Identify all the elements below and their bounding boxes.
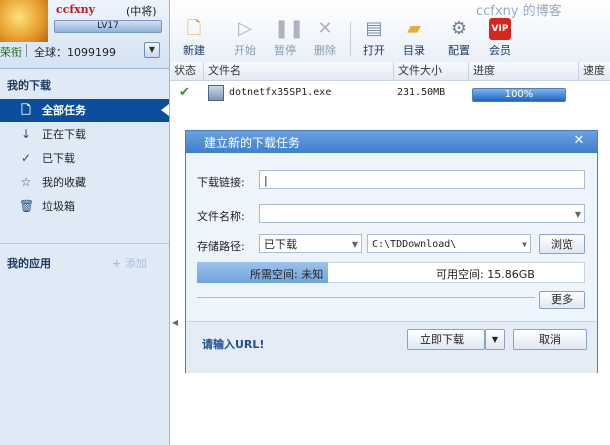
check-icon: ✓ [20, 151, 32, 165]
username[interactable]: ccfxny [56, 3, 95, 16]
selection-pointer [161, 104, 169, 116]
pause-button[interactable]: ❚❚ 暂停 [266, 18, 304, 62]
download-options-dropdown[interactable]: ▼ [485, 329, 505, 350]
free-space: 可用空间: 15.86GB [436, 268, 535, 281]
url-input[interactable]: | [259, 170, 585, 189]
delete-icon: ✕ [317, 18, 333, 39]
check-icon: ✔ [179, 85, 190, 100]
section-divider [0, 243, 169, 244]
new-icon: 🗋 [186, 18, 202, 39]
start-label: 开始 [234, 44, 256, 57]
sidebar-item-label: 我的收藏 [42, 176, 86, 189]
folder-button[interactable]: ▰ 目录 [395, 18, 433, 62]
dialog-divider [197, 297, 535, 302]
vip-icon: VIP [489, 18, 511, 40]
folder-icon: ▰ [407, 18, 421, 39]
trash-icon: 🗑 [19, 199, 35, 213]
level-bar: LV17 [54, 20, 162, 33]
vip-button[interactable]: VIP 会员 [481, 18, 519, 62]
plus-icon: + [112, 257, 122, 270]
honor-badge: 荣衔 [0, 46, 22, 59]
profile-panel: ccfxny (中将) LV17 荣衔 全球：1099199 ▼ [0, 0, 169, 69]
filename-label: 文件名称: [197, 210, 245, 223]
sidebar-item-favorites[interactable]: ☆ 我的收藏 [0, 171, 169, 194]
download-now-button[interactable]: 立即下载 [407, 329, 485, 350]
column-progress[interactable]: 进度 [468, 62, 578, 80]
gear-icon: ⚙ [450, 18, 468, 39]
open-label: 打开 [363, 44, 385, 57]
start-button[interactable]: ▷ 开始 [226, 18, 264, 62]
sidebar-item-label: 垃圾箱 [42, 200, 75, 213]
add-app-button[interactable]: + 添加 [112, 255, 147, 271]
delete-button[interactable]: ✕ 删除 [306, 18, 344, 62]
chevron-down-icon[interactable]: ▼ [575, 205, 581, 224]
chevron-down-icon: ▼ [491, 335, 499, 344]
sidebar-item-all-tasks[interactable]: 🗋 全部任务 [0, 99, 169, 122]
delete-label: 删除 [314, 44, 336, 57]
new-button[interactable]: 🗋 新建 [175, 18, 213, 62]
browse-button[interactable]: 浏览 [539, 234, 585, 254]
pause-label: 暂停 [274, 44, 296, 57]
category-value: 已下载 [264, 238, 297, 251]
global-rank: 全球：1099199 [34, 46, 116, 59]
blog-watermark: ccfxny 的博客 [476, 4, 562, 19]
document-icon: 🗋 [21, 103, 31, 117]
column-filename[interactable]: 文件名 [203, 62, 393, 80]
link-label: 下载链接: [197, 176, 245, 189]
sidebar-item-trash[interactable]: 🗑 垃圾箱 [0, 195, 169, 218]
sidebar-item-label: 正在下载 [42, 128, 86, 141]
sidebar-item-label: 全部任务 [42, 104, 86, 117]
left-panel: ccfxny (中将) LV17 荣衔 全球：1099199 ▼ 我的下载 🗋 … [0, 0, 170, 445]
size-cell: 231.50MB [397, 87, 446, 98]
cancel-button[interactable]: 取消 [513, 329, 587, 350]
add-app-label: 添加 [124, 257, 147, 270]
pause-icon: ❚❚ [274, 18, 305, 39]
sidebar-item-downloaded[interactable]: ✓ 已下载 [0, 147, 169, 170]
toolbar-separator [350, 22, 351, 56]
list-header: 状态 文件名 文件大小 进度 速度 [170, 62, 610, 81]
new-label: 新建 [183, 44, 205, 57]
column-size[interactable]: 文件大小 [393, 62, 468, 80]
badge-divider [26, 44, 27, 57]
filename-field[interactable]: ▼ [259, 204, 585, 223]
vip-label: 会员 [489, 44, 511, 57]
chevron-down-icon[interactable]: ▼ [522, 235, 527, 254]
column-speed[interactable]: 速度 [578, 62, 610, 80]
filename-cell: dotnetfx35SP1.exe [229, 87, 332, 98]
text-cursor: | [264, 174, 268, 187]
open-icon: ▤ [365, 18, 383, 39]
folder-label: 目录 [403, 44, 425, 57]
sidebar-item-downloading[interactable]: ↓ 正在下载 [0, 123, 169, 146]
url-hint: 请输入URL! [202, 338, 265, 351]
progress-bar: 100% [472, 88, 566, 102]
scroll-left-arrow[interactable]: ◀ [172, 318, 178, 327]
save-path-field[interactable]: C:\TDDownload\ ▼ [367, 234, 531, 253]
play-icon: ▷ [238, 18, 252, 39]
download-arrow-icon: ↓ [20, 127, 32, 141]
chevron-down-icon[interactable]: ▼ [352, 235, 358, 254]
settings-label: 配置 [448, 44, 470, 57]
profile-menu-button[interactable]: ▼ [144, 42, 160, 58]
installer-icon [208, 85, 224, 101]
column-status[interactable]: 状态 [170, 62, 202, 80]
new-task-dialog: 建立新的下载任务 ✕ 下载链接: | 文件名称: ▼ 存储路径: 已下载 ▼ C… [185, 130, 598, 373]
more-button[interactable]: 更多 [539, 291, 585, 309]
star-icon: ☆ [20, 175, 32, 189]
my-downloads-heading: 我的下载 [7, 79, 51, 92]
avatar[interactable] [0, 0, 48, 42]
dialog-title: 建立新的下载任务 [204, 136, 301, 150]
open-button[interactable]: ▤ 打开 [355, 18, 393, 62]
sidebar-item-label: 已下载 [42, 152, 75, 165]
settings-button[interactable]: ⚙ 配置 [440, 18, 478, 62]
category-select[interactable]: 已下载 ▼ [259, 234, 362, 253]
user-rank: (中将) [126, 5, 157, 18]
close-icon[interactable]: ✕ [571, 133, 587, 149]
needed-space: 所需空间: 未知 [250, 268, 324, 281]
save-path-value: C:\TDDownload\ [372, 239, 457, 250]
my-apps-heading: 我的应用 [7, 257, 51, 270]
save-path-label: 存储路径: [197, 240, 245, 253]
